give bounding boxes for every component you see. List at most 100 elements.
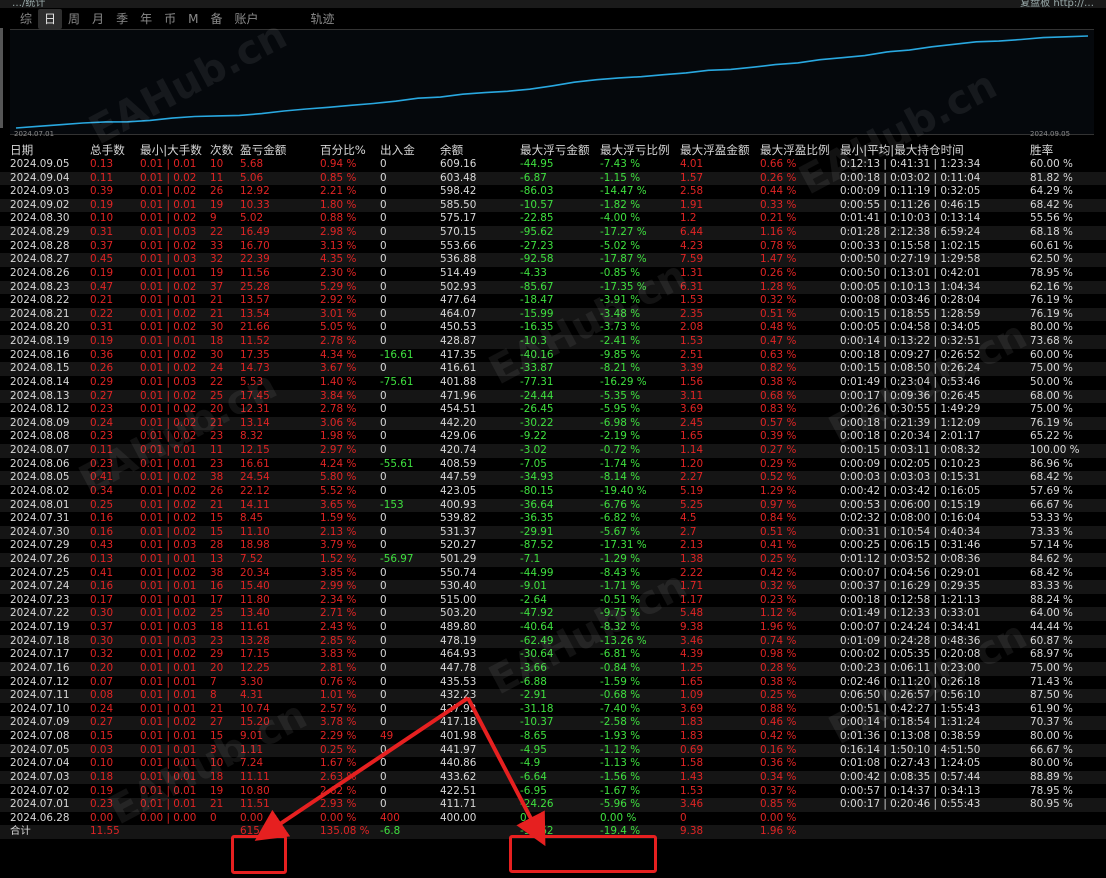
table-row[interactable]: 2024.07.10 0.24 0.01 | 0.01 21 10.74 2.57 % 0 4… bbox=[0, 703, 1106, 717]
tab-3[interactable]: 月 bbox=[86, 9, 110, 29]
table-row[interactable]: 2024.09.05 0.13 0.01 | 0.01 10 5.68 0.94 % 0 60… bbox=[0, 158, 1106, 172]
table-row[interactable]: 2024.07.18 0.30 0.01 | 0.03 23 13.28 2.85 % 0 4… bbox=[0, 634, 1106, 649]
table-row[interactable]: 2024.08.19 0.19 0.01 | 0.01 18 11.52 2.78 % 0 4… bbox=[0, 335, 1106, 349]
table-row[interactable]: 2024.07.05 0.03 0.01 | 0.01 3 1.11 0.25 % 0 441… bbox=[0, 743, 1106, 758]
table-cell: 0.13 bbox=[90, 552, 114, 565]
table-cell: 2.78 % bbox=[320, 335, 357, 348]
table-cell: 0.88 % bbox=[320, 212, 357, 225]
table-row[interactable]: 2024.08.16 0.36 0.01 | 0.02 30 17.35 4.34 % -1… bbox=[0, 349, 1106, 363]
table-cell: 400.00 bbox=[440, 811, 477, 824]
table-cell: 4.24 % bbox=[320, 457, 357, 470]
table-row[interactable]: 2024.08.06 0.23 0.01 | 0.01 23 16.61 4.24 % -5… bbox=[0, 458, 1106, 472]
table-row[interactable]: 2024.07.01 0.23 0.01 | 0.01 21 11.51 2.93 % 0 4… bbox=[0, 798, 1106, 812]
table-row[interactable]: 2024.08.29 0.31 0.01 | 0.03 22 16.49 2.98 % 0 5… bbox=[0, 226, 1106, 240]
table-cell: 2.21 % bbox=[320, 185, 357, 198]
table-row[interactable]: 2024.08.30 0.10 0.01 | 0.02 9 5.02 0.88 % 0 575… bbox=[0, 212, 1106, 226]
tab-2[interactable]: 周 bbox=[62, 9, 86, 29]
table-row[interactable]: 2024.08.28 0.37 0.01 | 0.02 33 16.70 3.13 % 0 5… bbox=[0, 240, 1106, 254]
table-row[interactable]: 2024.08.23 0.47 0.01 | 0.02 37 25.28 5.29 % 0 5… bbox=[0, 280, 1106, 295]
table-cell: 0.16 bbox=[90, 580, 114, 593]
table-row[interactable]: 2024.07.26 0.13 0.01 | 0.01 13 7.52 1.52 % -56… bbox=[0, 552, 1106, 567]
highlight-box-drawdown bbox=[509, 835, 657, 873]
tab-7[interactable]: M bbox=[182, 9, 204, 29]
table-row[interactable]: 2024.08.26 0.19 0.01 | 0.01 19 11.56 2.30 % 0 5… bbox=[0, 267, 1106, 281]
table-row[interactable]: 2024.08.07 0.11 0.01 | 0.01 11 12.15 2.97 % 0 4… bbox=[0, 444, 1106, 458]
table-row[interactable]: 2024.07.19 0.37 0.01 | 0.03 18 11.61 2.43 % 0 4… bbox=[0, 621, 1106, 635]
table-cell: 10 bbox=[210, 158, 224, 170]
table-cell: 0 bbox=[380, 389, 387, 402]
table-row[interactable]: 2024.08.22 0.21 0.01 | 0.01 21 13.57 2.92 % 0 4… bbox=[0, 294, 1106, 308]
table-cell: 5.53 bbox=[240, 375, 264, 388]
table-row[interactable]: 2024.07.12 0.07 0.01 | 0.01 7 3.30 0.76 % 0 435… bbox=[0, 676, 1106, 690]
table-cell: -3.91 % bbox=[600, 294, 641, 307]
table-row[interactable]: 2024.08.08 0.23 0.01 | 0.02 23 8.32 1.98 % 0 42… bbox=[0, 430, 1106, 444]
table-cell: 0:00:15 | 0:03:11 | 0:08:32 bbox=[840, 444, 981, 457]
table-row[interactable]: 2024.09.02 0.19 0.01 | 0.01 19 10.33 1.80 % 0 5… bbox=[0, 198, 1106, 213]
tab-0[interactable]: 综 bbox=[14, 9, 38, 29]
tab-10[interactable]: 轨迹 bbox=[305, 9, 341, 29]
table-cell: 2024.08.21 bbox=[10, 307, 70, 320]
table-row[interactable]: 2024.07.09 0.27 0.01 | 0.02 27 15.20 3.78 % 0 4… bbox=[0, 716, 1106, 730]
table-row[interactable]: 2024.08.02 0.34 0.01 | 0.02 26 22.12 5.52 % 0 4… bbox=[0, 485, 1106, 499]
table-row[interactable]: 2024.08.21 0.22 0.01 | 0.02 21 13.54 3.01 % 0 4… bbox=[0, 307, 1106, 322]
table-row[interactable]: 2024.07.03 0.18 0.01 | 0.01 18 11.11 2.63 % 0 4… bbox=[0, 770, 1106, 785]
table-row[interactable]: 2024.07.17 0.32 0.01 | 0.02 29 17.15 3.83 % 0 4… bbox=[0, 648, 1106, 662]
table-cell: 49 bbox=[380, 730, 394, 743]
table-cell: 2024.07.30 bbox=[10, 525, 70, 538]
table-cell: 0 bbox=[380, 362, 387, 375]
table-row[interactable]: 2024.09.03 0.39 0.01 | 0.02 26 12.92 2.21 % 0 5… bbox=[0, 185, 1106, 199]
table-cell: 0.01 | 0.01 bbox=[140, 689, 197, 702]
table-row[interactable]: 2024.08.27 0.45 0.01 | 0.03 32 22.39 4.35 % 0 5… bbox=[0, 253, 1106, 267]
table-cell: 83.33 % bbox=[1030, 580, 1073, 593]
table-row[interactable]: 2024.07.08 0.15 0.01 | 0.01 15 9.01 2.29 % 49 4… bbox=[0, 730, 1106, 744]
table-row[interactable]: 2024.08.13 0.27 0.01 | 0.02 25 17.45 3.84 % 0 4… bbox=[0, 389, 1106, 404]
table-row[interactable]: 2024.08.15 0.26 0.01 | 0.02 24 14.73 3.67 % 0 4… bbox=[0, 362, 1106, 376]
table-cell: 75.00 % bbox=[1030, 403, 1073, 416]
table-row[interactable]: 2024.07.04 0.10 0.01 | 0.01 10 7.24 1.67 % 0 44… bbox=[0, 757, 1106, 771]
table-row[interactable]: 2024.07.25 0.41 0.01 | 0.02 38 20.34 3.85 % 0 5… bbox=[0, 567, 1106, 581]
table-cell: 0.01 | 0.02 bbox=[140, 716, 197, 729]
table-row[interactable]: 2024.08.09 0.24 0.01 | 0.02 21 13.14 3.06 % 0 4… bbox=[0, 416, 1106, 431]
table-cell: 0.23 bbox=[90, 798, 114, 811]
table-row[interactable]: 2024.07.11 0.08 0.01 | 0.01 8 4.31 1.01 % 0 432… bbox=[0, 689, 1106, 703]
table-cell: 2.93 % bbox=[320, 798, 357, 811]
table-row[interactable]: 2024.06.28 0.00 0.00 | 0.00 0 0.00 0.00 % 400 4… bbox=[0, 812, 1106, 826]
table-row[interactable]: 2024.07.24 0.16 0.01 | 0.01 16 15.40 2.99 % 0 5… bbox=[0, 580, 1106, 594]
table-cell: 401.88 bbox=[440, 375, 477, 388]
table-row[interactable]: 2024.07.31 0.16 0.01 | 0.02 15 8.45 1.59 % 0 53… bbox=[0, 512, 1106, 526]
table-cell: 2024.09.04 bbox=[10, 171, 70, 184]
table-cell: -10.37 bbox=[520, 716, 554, 729]
table-row[interactable]: 2024.07.23 0.17 0.01 | 0.01 17 11.80 2.34 % 0 5… bbox=[0, 594, 1106, 608]
tab-9[interactable]: 账户 bbox=[228, 9, 264, 29]
table-cell: 2.7 bbox=[680, 525, 697, 538]
table-cell: 0.19 bbox=[90, 784, 114, 797]
table-cell: 1.83 bbox=[680, 730, 704, 743]
table-cell: 0 bbox=[380, 158, 387, 170]
table-cell: 0.63 % bbox=[760, 348, 797, 361]
tab-4[interactable]: 季 bbox=[110, 9, 134, 29]
table-cell: 429.06 bbox=[440, 430, 477, 443]
table-cell: -80.15 bbox=[520, 484, 554, 497]
table-cell: -2.91 bbox=[520, 689, 547, 702]
table-row[interactable]: 2024.08.20 0.31 0.01 | 0.02 30 21.66 5.05 % 0 4… bbox=[0, 321, 1106, 335]
table-cell: 2024.07.04 bbox=[10, 757, 70, 770]
tab-8[interactable]: 备 bbox=[204, 9, 228, 29]
table-row[interactable]: 2024.08.01 0.25 0.01 | 0.02 21 14.11 3.65 % -1… bbox=[0, 498, 1106, 513]
table-cell: -26.45 bbox=[520, 403, 554, 416]
table-row[interactable]: 2024.08.12 0.23 0.01 | 0.02 20 12.31 2.78 % 0 4… bbox=[0, 403, 1106, 417]
table-row[interactable]: 2024.07.29 0.43 0.01 | 0.03 28 18.98 3.79 % 0 5… bbox=[0, 539, 1106, 553]
table-row[interactable]: 2024.07.22 0.30 0.01 | 0.02 25 13.40 2.71 % 0 5… bbox=[0, 607, 1106, 622]
table-cell: 0.27 % bbox=[760, 444, 797, 457]
tab-5[interactable]: 年 bbox=[134, 9, 158, 29]
table-row[interactable]: 2024.08.05 0.41 0.01 | 0.02 38 24.54 5.80 % 0 4… bbox=[0, 471, 1106, 485]
table-row[interactable]: 2024.07.30 0.16 0.01 | 0.02 15 11.10 2.13 % 0 5… bbox=[0, 525, 1106, 540]
table-row[interactable]: 2024.09.04 0.11 0.01 | 0.02 11 5.06 0.85 % 0 60… bbox=[0, 171, 1106, 186]
table-row[interactable]: 2024.07.16 0.20 0.01 | 0.01 20 12.25 2.81 % 0 4… bbox=[0, 661, 1106, 676]
tab-1[interactable]: 日 bbox=[38, 9, 63, 29]
tab-6[interactable]: 币 bbox=[158, 9, 182, 29]
table-cell: 1.53 bbox=[680, 784, 704, 797]
table-row[interactable]: 2024.08.14 0.29 0.01 | 0.03 22 5.53 1.40 % -75… bbox=[0, 376, 1106, 390]
table-row[interactable]: 2024.07.02 0.19 0.01 | 0.01 19 10.80 2.62 % 0 4… bbox=[0, 785, 1106, 799]
table-cell: 0.01 | 0.02 bbox=[140, 607, 197, 620]
table-cell: 0 bbox=[380, 239, 387, 252]
